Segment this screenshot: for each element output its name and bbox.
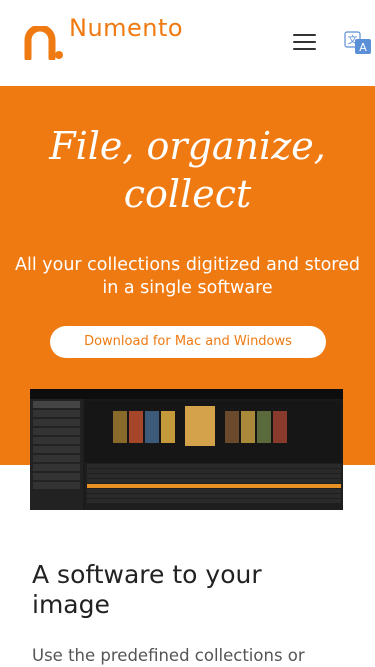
app-screenshot-image: [30, 389, 343, 510]
numento-logo-icon[interactable]: [24, 26, 64, 60]
brand-name[interactable]: Numento: [69, 13, 189, 43]
hamburger-menu-icon[interactable]: [293, 34, 316, 52]
hero-subtitle: All your collections digitized and store…: [15, 255, 360, 298]
app-cover-view: [85, 401, 341, 463]
hero-title: File, organize, collect: [49, 124, 326, 216]
app-toolbar: [30, 389, 343, 399]
download-button[interactable]: Download for Mac and Windows: [50, 326, 326, 358]
site-header: Numento 文 A: [0, 0, 375, 86]
app-list-view: [85, 463, 343, 510]
section-text: Use the predefined collections or: [32, 646, 305, 665]
app-sidebar: [30, 399, 83, 510]
svg-text:A: A: [359, 41, 367, 54]
section-title: A software to your image: [32, 560, 262, 619]
translate-icon[interactable]: 文 A: [344, 31, 372, 55]
